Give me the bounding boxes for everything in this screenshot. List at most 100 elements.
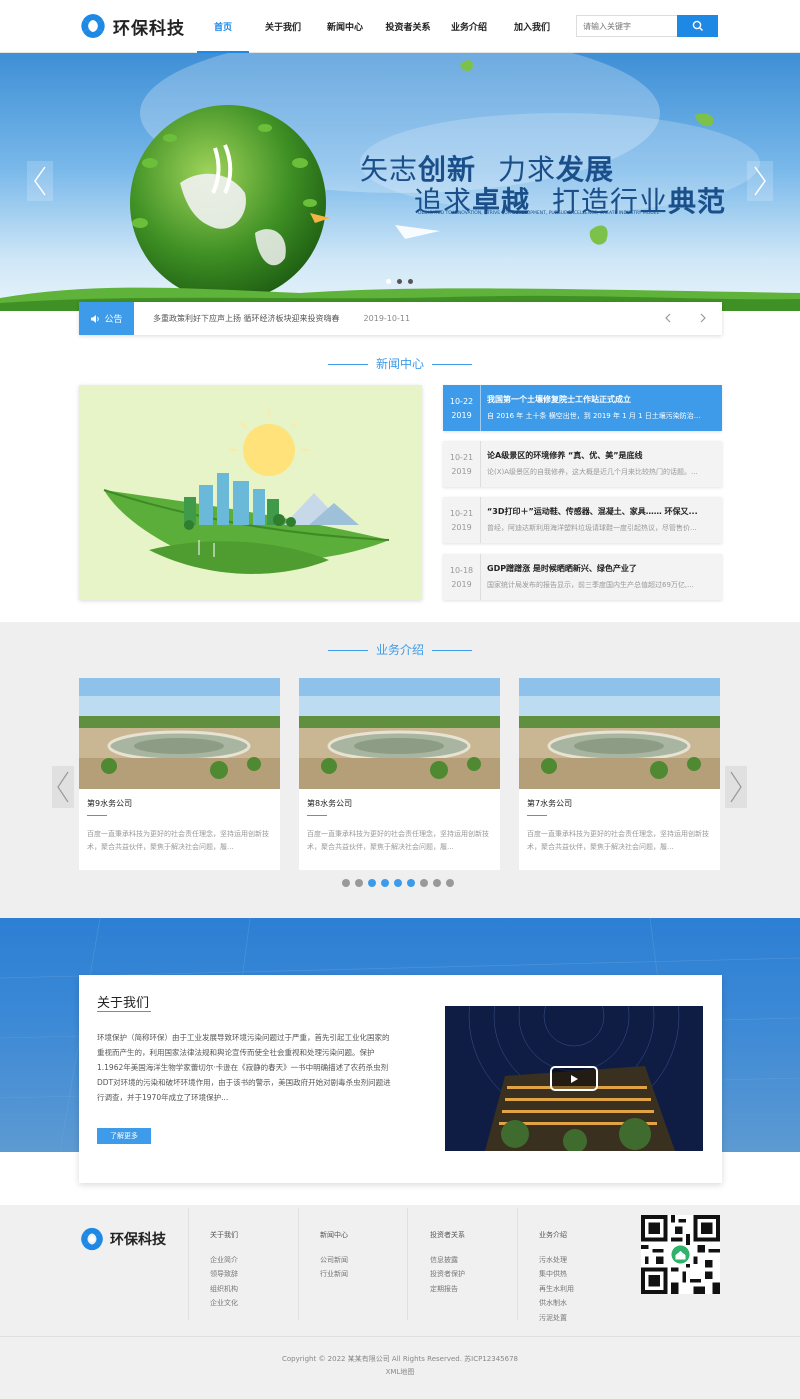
business-card[interactable]: 第7水务公司 百度一直秉承科技为更好的社会责任理念，坚持运用创新技术，聚合共益伙… <box>519 678 720 870</box>
card-title[interactable]: 第8水务公司 <box>299 789 500 815</box>
footer-link[interactable]: 再生水利用 <box>539 1282 574 1297</box>
news-item[interactable]: 10-21 2019 论A级景区的环境修养 “真、优、美”是底线 论(X)A级景区的… <box>443 441 722 487</box>
card-image <box>299 678 500 789</box>
footer-column-news: 新闻中心 公司新闻 行业新闻 <box>320 1228 348 1282</box>
footer-column-head[interactable]: 新闻中心 <box>320 1228 348 1243</box>
banner-next-button[interactable] <box>747 161 773 201</box>
footer-logo-text: 环保科技 <box>110 1232 166 1248</box>
news-item[interactable]: 10-21 2019 “3D打印＋”运动鞋、传感器、混凝土、家具…… 环保又...… <box>443 497 722 543</box>
news-year: 2019 <box>451 523 472 532</box>
footer-column-head[interactable]: 投资者关系 <box>430 1228 465 1243</box>
water-plant-image <box>299 678 500 789</box>
search-input[interactable] <box>576 15 678 37</box>
business-card[interactable]: 第9水务公司 百度一直秉承科技为更好的社会责任理念，坚持运用创新技术，聚合共益伙… <box>79 678 280 870</box>
news-desc: 曾经，阿迪达斯利用海洋塑料垃圾请球鞋一度引起热议，尽管售价... <box>487 524 697 532</box>
eco-city-illustration <box>79 385 422 600</box>
news-date: 10-21 2019 <box>443 497 481 543</box>
news-date: 10-22 2019 <box>443 385 481 431</box>
water-plant-image <box>79 678 280 789</box>
card-title[interactable]: 第7水务公司 <box>519 789 720 815</box>
footer-logo[interactable]: 环保科技 <box>79 1226 166 1252</box>
chevron-left-icon <box>57 771 69 803</box>
nav-home[interactable]: 首页 <box>197 0 249 53</box>
footer-link[interactable]: 集中供热 <box>539 1267 574 1282</box>
banner-prev-button[interactable] <box>27 161 53 201</box>
footer-link[interactable]: 领导致辞 <box>210 1267 238 1282</box>
slogan-part: 矢志 <box>360 153 419 186</box>
news-year: 2019 <box>451 467 472 476</box>
business-prev-button[interactable] <box>52 766 74 808</box>
card-title[interactable]: 第9水务公司 <box>79 789 280 815</box>
business-card[interactable]: 第8水务公司 百度一直秉承科技为更好的社会责任理念，坚持运用创新技术，聚合共益伙… <box>299 678 500 870</box>
news-featured-image[interactable] <box>79 385 422 600</box>
footer-link[interactable]: 公司新闻 <box>320 1253 348 1268</box>
news-title-text: 新闻中心 <box>375 357 424 371</box>
banner-dot[interactable] <box>397 279 402 284</box>
notice-label-text: 公告 <box>104 315 123 325</box>
news-item[interactable]: 10-18 2019 GDP蹭蹭涨 是时候晒晒新兴、绿色产业了 国家统计局发布的报告… <box>443 554 722 600</box>
nav-join[interactable]: 加入我们 <box>501 0 563 53</box>
footer-column-investors: 投资者关系 信息披露 投资者保护 定期报告 <box>430 1228 465 1296</box>
pagination-dot[interactable] <box>420 879 428 887</box>
search-button[interactable] <box>677 15 718 37</box>
news-year: 2019 <box>451 580 472 589</box>
video-play-button[interactable] <box>550 1066 598 1091</box>
footer-link[interactable]: 企业文化 <box>210 1296 238 1311</box>
chevron-right-icon <box>754 166 766 196</box>
news-item[interactable]: 10-22 2019 我国第一个土壤修复院士工作站正式成立自 2016 年 土十条… <box>443 385 722 431</box>
notice-prev-button[interactable] <box>664 312 672 327</box>
footer-column-head[interactable]: 关于我们 <box>210 1228 238 1243</box>
chevron-left-icon <box>34 166 46 196</box>
news-title[interactable]: 我国第一个土壤修复院士工作站正式成立 <box>487 394 716 405</box>
header: 环保科技 首页 关于我们 新闻中心 投资者关系 业务介绍 加入我们 <box>0 0 800 53</box>
news-title[interactable]: 论A级景区的环境修养 “真、优、美”是底线 <box>487 450 716 461</box>
notice-next-button[interactable] <box>699 312 707 327</box>
card-desc: 百度一直秉承科技为更好的社会责任理念，坚持运用创新技术，聚合共益伙伴，聚焦于解决… <box>527 830 709 851</box>
news-title[interactable]: GDP蹭蹭涨 是时候晒晒新兴、绿色产业了 <box>487 563 716 574</box>
footer-link[interactable]: 企业简介 <box>210 1253 238 1268</box>
qr-code-icon <box>641 1215 720 1294</box>
footer-link[interactable]: 供水制水 <box>539 1296 574 1311</box>
about-text: 环境保护（简称环保）由于工业发展导致环境污染问题过于严重，首先引起工业化国家的重… <box>97 1033 391 1102</box>
notice-bar: 公告 多重政策利好下应声上扬 循环经济板块迎来投资嗨春 2019-10-11 <box>79 302 722 335</box>
pagination-dot[interactable] <box>394 879 402 887</box>
pagination-dot[interactable] <box>342 879 350 887</box>
pagination-dot[interactable] <box>355 879 363 887</box>
play-icon <box>571 1074 578 1083</box>
footer-column-head[interactable]: 业务介绍 <box>539 1228 574 1243</box>
nav-news[interactable]: 新闻中心 <box>314 0 376 53</box>
about-title-underline <box>97 1011 151 1012</box>
water-plant-image <box>519 678 720 789</box>
footer-link[interactable]: 组织机构 <box>210 1282 238 1297</box>
logo[interactable]: 环保科技 <box>79 12 185 40</box>
notice-text[interactable]: 多重政策利好下应声上扬 循环经济板块迎来投资嗨春 <box>153 313 340 324</box>
card-image <box>519 678 720 789</box>
nav-business[interactable]: 业务介绍 <box>440 0 498 53</box>
about-video[interactable] <box>445 1006 703 1151</box>
learn-more-button[interactable]: 了解更多 <box>97 1128 151 1144</box>
footer-link[interactable]: 投资者保护 <box>430 1267 465 1282</box>
banner-dot[interactable] <box>408 279 413 284</box>
news-title[interactable]: “3D打印＋”运动鞋、传感器、混凝土、家具…… 环保又... <box>487 506 716 517</box>
footer-link[interactable]: 污水处理 <box>539 1253 574 1268</box>
nav-investors[interactable]: 投资者关系 <box>376 0 440 53</box>
nav-about[interactable]: 关于我们 <box>252 0 314 53</box>
pagination-dot[interactable] <box>368 879 376 887</box>
pagination-dot[interactable] <box>407 879 415 887</box>
banner-dot[interactable] <box>386 279 391 284</box>
business-next-button[interactable] <box>725 766 747 808</box>
logo-icon <box>81 14 105 38</box>
news-day: 10-21 <box>449 453 474 462</box>
footer-link[interactable]: 行业新闻 <box>320 1267 348 1282</box>
footer-link[interactable]: 污泥处置 <box>539 1311 574 1326</box>
sitemap-link[interactable]: XML地图 <box>0 1367 800 1377</box>
chevron-right-icon <box>700 313 706 323</box>
speaker-icon <box>91 314 100 323</box>
pagination-dot[interactable] <box>381 879 389 887</box>
pagination-dot[interactable] <box>446 879 454 887</box>
footer-link[interactable]: 信息披露 <box>430 1253 465 1268</box>
footer-column-business: 业务介绍 污水处理 集中供热 再生水利用 供水制水 污泥处置 <box>539 1228 574 1325</box>
pagination-dot[interactable] <box>433 879 441 887</box>
news-day: 10-21 <box>449 509 474 518</box>
footer-link[interactable]: 定期报告 <box>430 1282 465 1297</box>
